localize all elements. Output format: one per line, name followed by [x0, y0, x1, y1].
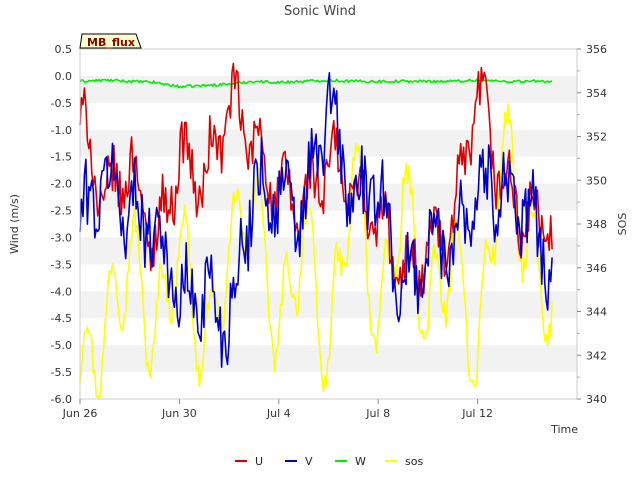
- legend-label-w: W: [355, 455, 366, 468]
- right-axis: 356 354 352 350 348 346 344 342 340: [577, 43, 607, 406]
- legend-label-sos: sos: [405, 455, 423, 468]
- series-line-v: [79, 72, 553, 368]
- y-axis-title: Wind (m/s): [8, 194, 21, 254]
- y2-tick-label: 342: [586, 349, 607, 362]
- y-tick-label: -5.0: [51, 339, 72, 352]
- y2-tick-label: 354: [586, 87, 607, 100]
- y-tick-label: -1.0: [51, 124, 72, 137]
- y2-tick-label: 352: [586, 131, 607, 144]
- y-tick-label: -2.5: [51, 205, 72, 218]
- x-tick-label: Jun 30: [161, 407, 197, 420]
- y2-tick-label: 348: [586, 218, 607, 231]
- y-tick-label: 0.5: [55, 43, 73, 56]
- y-tick-label: -3.5: [51, 258, 72, 271]
- y2-tick-label: 350: [586, 174, 607, 187]
- left-axis: 0.5 0.0 -0.5 -1.0 -1.5 -2.0 -2.5 -3.0 -3.5 -4.0 -4…: [51, 43, 72, 406]
- x-tick-label: Jul 4: [266, 407, 291, 420]
- y2-tick-label: 340: [586, 393, 607, 406]
- y2-axis-title: SOS: [616, 213, 629, 236]
- legend-label-v: V: [305, 455, 313, 468]
- site-label-box: MB_flux: [79, 33, 142, 49]
- chart-title: Sonic Wind: [284, 4, 356, 19]
- y-tick-label: -4.0: [51, 285, 72, 298]
- y2-tick-label: 356: [586, 43, 607, 56]
- grid-band: [80, 291, 577, 319]
- x-axis: Jun 26 Jun 30 Jul 4 Jul 8 Jul 12: [62, 399, 493, 420]
- x-axis-title: Time: [550, 423, 578, 436]
- y2-tick-label: 344: [586, 306, 607, 319]
- y-tick-label: -0.5: [51, 97, 72, 110]
- legend: U V Wsos: [235, 455, 423, 468]
- y-tick-label: -5.5: [51, 366, 72, 379]
- y-tick-label: 0.0: [55, 70, 73, 83]
- y2-tick-label: 346: [586, 262, 607, 275]
- y-tick-label: -6.0: [51, 393, 72, 406]
- sonic-wind-chart: 0.5 0.0 -0.5 -1.0 -1.5 -2.0 -2.5 -3.0 -3.5 -4.0 -4…: [8, 4, 629, 468]
- site-label: MB_flux: [87, 36, 135, 49]
- x-tick-label: Jun 26: [62, 407, 98, 420]
- y-tick-label: -3.0: [51, 231, 72, 244]
- x-tick-label: Jul 12: [461, 407, 493, 420]
- y-tick-label: -1.5: [51, 151, 72, 164]
- legend-label-u: U: [255, 455, 263, 468]
- x-tick-label: Jul 8: [365, 407, 390, 420]
- y-tick-label: -2.0: [51, 178, 72, 191]
- y-tick-label: -4.5: [51, 312, 72, 325]
